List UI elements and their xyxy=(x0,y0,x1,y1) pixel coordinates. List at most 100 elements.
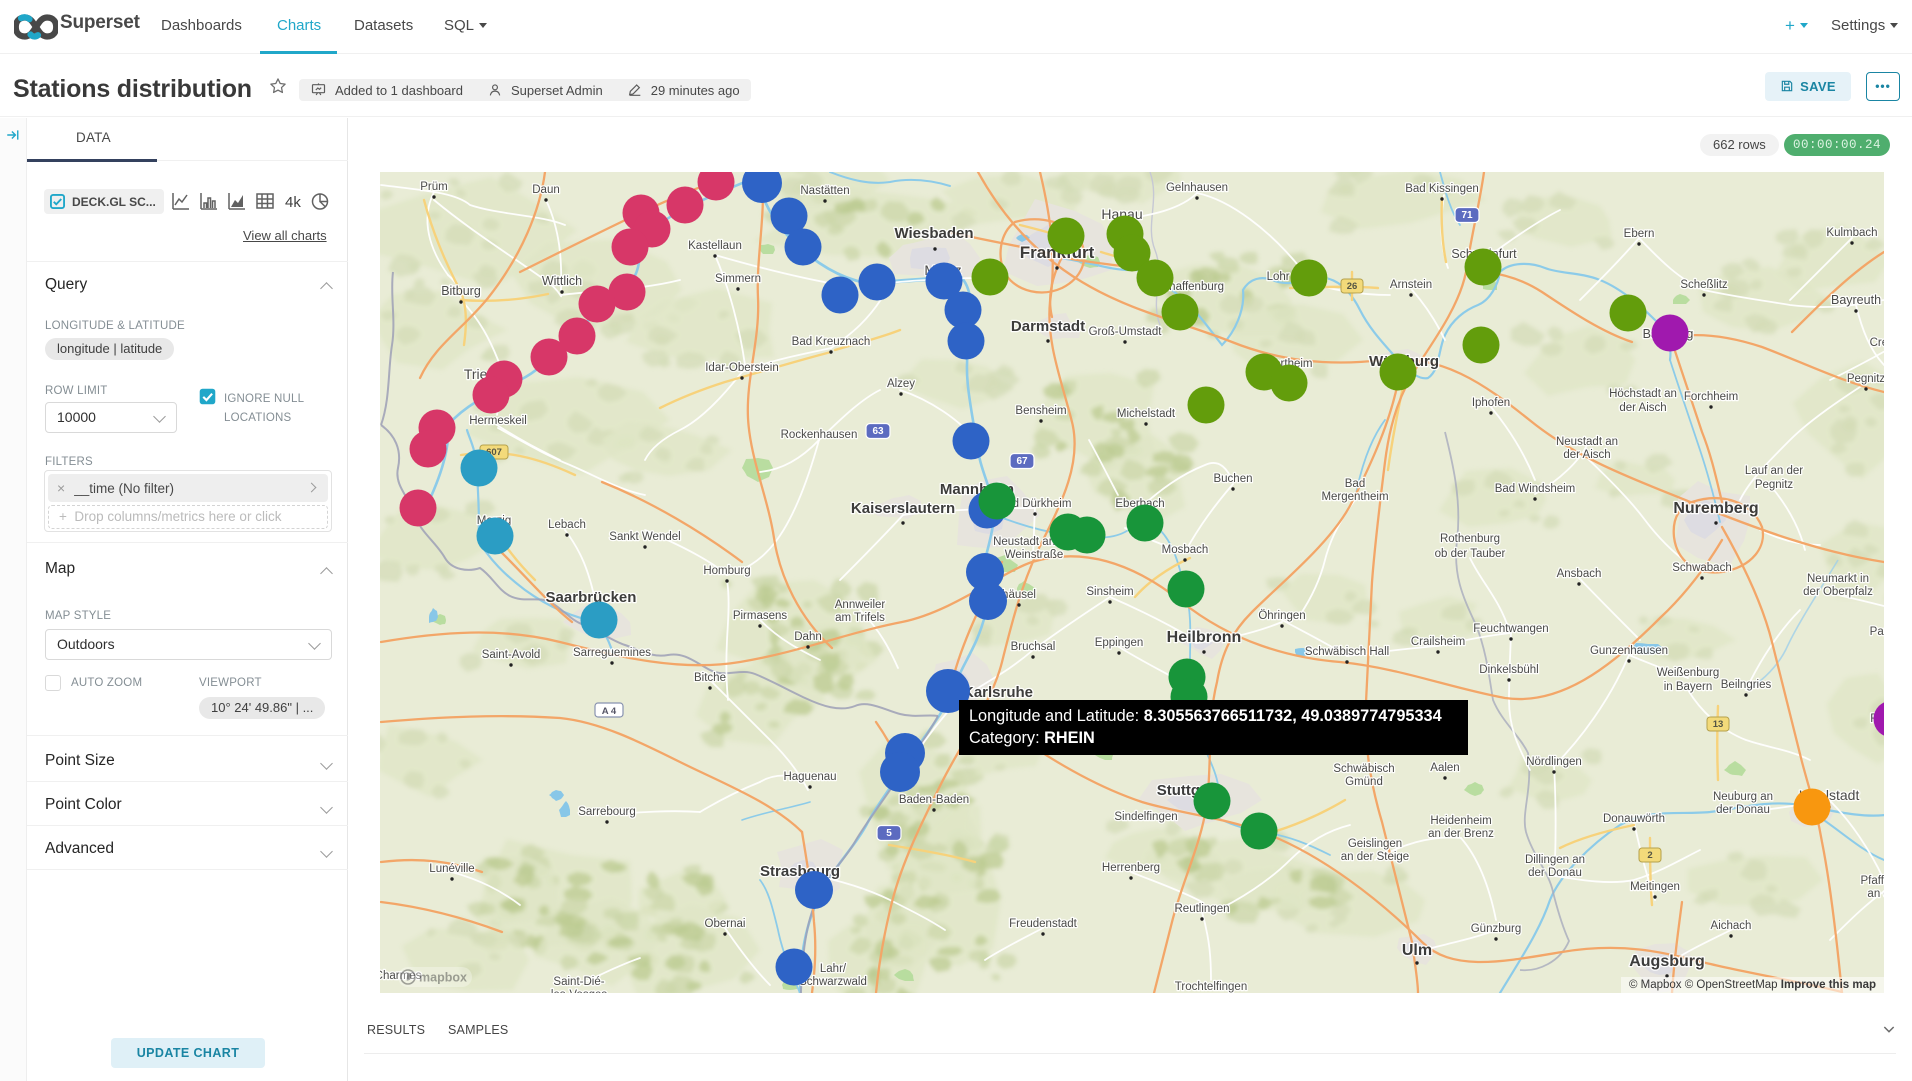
svg-text:Nuremberg: Nuremberg xyxy=(1673,500,1758,517)
svg-text:Pegnitz: Pegnitz xyxy=(1847,373,1884,385)
svg-text:Groß-Umstadt: Groß-Umstadt xyxy=(1089,326,1163,338)
svg-text:Aichach: Aichach xyxy=(1711,920,1752,932)
svg-text:Pfaffenhofen: Pfaffenhofen xyxy=(1860,875,1884,887)
svg-text:Meitingen: Meitingen xyxy=(1630,881,1680,893)
svg-text:Homburg: Homburg xyxy=(703,565,750,577)
svg-text:Schwarzwald: Schwarzwald xyxy=(799,976,867,988)
svg-text:Neumarkt in: Neumarkt in xyxy=(1807,573,1869,585)
svg-text:Bad Kissingen: Bad Kissingen xyxy=(1405,183,1479,195)
svg-text:Forchheim: Forchheim xyxy=(1684,391,1738,403)
svg-text:Ansbach: Ansbach xyxy=(1557,568,1602,580)
svg-text:Sarreguemines: Sarreguemines xyxy=(573,647,651,659)
svg-text:Mergentheim: Mergentheim xyxy=(1321,491,1388,503)
svg-text:Öhringen: Öhringen xyxy=(1258,610,1305,622)
svg-text:Trochtelfingen: Trochtelfingen xyxy=(1175,981,1247,993)
svg-text:Lauf an der: Lauf an der xyxy=(1745,465,1803,477)
svg-text:Heidenheim: Heidenheim xyxy=(1430,815,1491,827)
svg-text:Rothenburg: Rothenburg xyxy=(1440,533,1500,545)
svg-text:Haguenau: Haguenau xyxy=(783,771,836,783)
svg-text:Donauwörth: Donauwörth xyxy=(1603,813,1665,825)
svg-text:mapbox: mapbox xyxy=(419,971,467,985)
svg-text:Schwabach: Schwabach xyxy=(1672,562,1731,574)
svg-text:Feuchtwangen: Feuchtwangen xyxy=(1473,623,1548,635)
svg-text:Sankt Wendel: Sankt Wendel xyxy=(609,531,680,543)
svg-text:5: 5 xyxy=(886,828,892,839)
svg-text:Rockenhausen: Rockenhausen xyxy=(781,429,858,441)
svg-text:67: 67 xyxy=(1016,456,1028,467)
svg-text:Creußen: Creußen xyxy=(1870,337,1884,349)
svg-text:Pegnitz: Pegnitz xyxy=(1755,479,1794,491)
svg-text:Aalen: Aalen xyxy=(1430,762,1459,774)
svg-text:Karlsruhe: Karlsruhe xyxy=(963,684,1033,701)
svg-text:der Oberpfalz: der Oberpfalz xyxy=(1803,586,1873,598)
svg-text:Dahn: Dahn xyxy=(794,631,822,643)
svg-text:Mosbach: Mosbach xyxy=(1162,544,1209,556)
svg-text:Darmstadt: Darmstadt xyxy=(1011,318,1085,335)
svg-text:Neuburg an: Neuburg an xyxy=(1713,791,1773,803)
svg-text:Höchstadt an: Höchstadt an xyxy=(1609,388,1677,400)
svg-text:Hermeskeil: Hermeskeil xyxy=(469,415,527,427)
svg-text:Alzey: Alzey xyxy=(887,378,915,390)
svg-text:13: 13 xyxy=(1713,719,1724,730)
svg-text:Freudenstadt: Freudenstadt xyxy=(1009,918,1078,930)
svg-text:Buchen: Buchen xyxy=(1213,473,1252,485)
svg-text:Scheßlitz: Scheßlitz xyxy=(1680,279,1728,291)
svg-text:Herrenberg: Herrenberg xyxy=(1102,862,1160,874)
svg-text:Wittlich: Wittlich xyxy=(542,274,582,288)
svg-text:Gmünd: Gmünd xyxy=(1345,776,1383,788)
svg-text:Baden-Baden: Baden-Baden xyxy=(899,794,969,806)
svg-text:Bensheim: Bensheim xyxy=(1015,405,1066,417)
svg-text:Gelnhausen: Gelnhausen xyxy=(1166,182,1228,194)
svg-text:ob der Tauber: ob der Tauber xyxy=(1435,548,1506,560)
svg-text:63: 63 xyxy=(872,426,884,437)
svg-text:Günzburg: Günzburg xyxy=(1471,923,1522,935)
svg-text:Arnstein: Arnstein xyxy=(1390,279,1432,291)
svg-text:71: 71 xyxy=(1461,210,1473,221)
svg-text:Beilngries: Beilngries xyxy=(1721,679,1772,691)
svg-text:Idar-Oberstein: Idar-Oberstein xyxy=(705,362,779,374)
svg-text:Bad: Bad xyxy=(1345,478,1365,490)
svg-text:Sarrebourg: Sarrebourg xyxy=(578,806,636,818)
svg-text:Ulm: Ulm xyxy=(1402,942,1432,959)
svg-text:Simmern: Simmern xyxy=(715,273,761,285)
svg-text:Wiesbaden: Wiesbaden xyxy=(894,225,973,242)
svg-text:Weißenburg: Weißenburg xyxy=(1657,667,1719,679)
svg-text:der Aisch: der Aisch xyxy=(1619,402,1666,414)
svg-text:Augsburg: Augsburg xyxy=(1629,953,1705,970)
svg-text:Bad Windsheim: Bad Windsheim xyxy=(1495,483,1576,495)
svg-text:Lebach: Lebach xyxy=(548,519,586,531)
svg-text:Gunzenhausen: Gunzenhausen xyxy=(1590,645,1668,657)
svg-text:Weinstraße: Weinstraße xyxy=(1005,549,1064,561)
svg-text:Pirmasens: Pirmasens xyxy=(733,610,788,622)
svg-text:Kulmbach: Kulmbach xyxy=(1826,227,1877,239)
svg-text:Sindelfingen: Sindelfingen xyxy=(1114,811,1177,823)
svg-text:Saint-Dié-: Saint-Dié- xyxy=(553,976,604,988)
svg-text:Nastätten: Nastätten xyxy=(800,185,849,197)
svg-text:Daun: Daun xyxy=(532,184,560,196)
svg-text:A 4: A 4 xyxy=(602,706,617,717)
svg-text:Eppingen: Eppingen xyxy=(1095,637,1144,649)
svg-text:26: 26 xyxy=(1347,281,1358,292)
svg-text:Annweiler: Annweiler xyxy=(835,599,886,611)
svg-text:Bruchsal: Bruchsal xyxy=(1011,641,1056,653)
svg-text:Schwäbisch Hall: Schwäbisch Hall xyxy=(1305,646,1389,658)
svg-text:4k: 4k xyxy=(285,194,301,211)
svg-text:Iphofen: Iphofen xyxy=(1472,397,1510,409)
svg-text:an der Steige: an der Steige xyxy=(1341,851,1409,863)
svg-text:in Bayern: in Bayern xyxy=(1664,681,1713,693)
svg-text:Crailsheim: Crailsheim xyxy=(1411,636,1465,648)
svg-text:der Donau: der Donau xyxy=(1528,867,1582,879)
svg-text:Michelstadt: Michelstadt xyxy=(1117,408,1176,420)
svg-text:Bad Kreuznach: Bad Kreuznach xyxy=(792,336,871,348)
svg-text:Kaiserslautern: Kaiserslautern xyxy=(851,500,955,517)
svg-text:Saint-Avold: Saint-Avold xyxy=(482,649,541,661)
svg-text:an der Brenz: an der Brenz xyxy=(1428,828,1494,840)
svg-text:Geislingen: Geislingen xyxy=(1348,838,1402,850)
svg-text:Bitburg: Bitburg xyxy=(441,284,481,298)
svg-text:Bayreuth: Bayreuth xyxy=(1831,293,1881,307)
svg-text:Lahr/: Lahr/ xyxy=(820,963,847,975)
svg-text:häusel: häusel xyxy=(1002,589,1036,601)
svg-text:Obernai: Obernai xyxy=(705,918,746,930)
svg-text:der Aisch: der Aisch xyxy=(1563,449,1610,461)
svg-text:Prüm: Prüm xyxy=(420,181,447,193)
